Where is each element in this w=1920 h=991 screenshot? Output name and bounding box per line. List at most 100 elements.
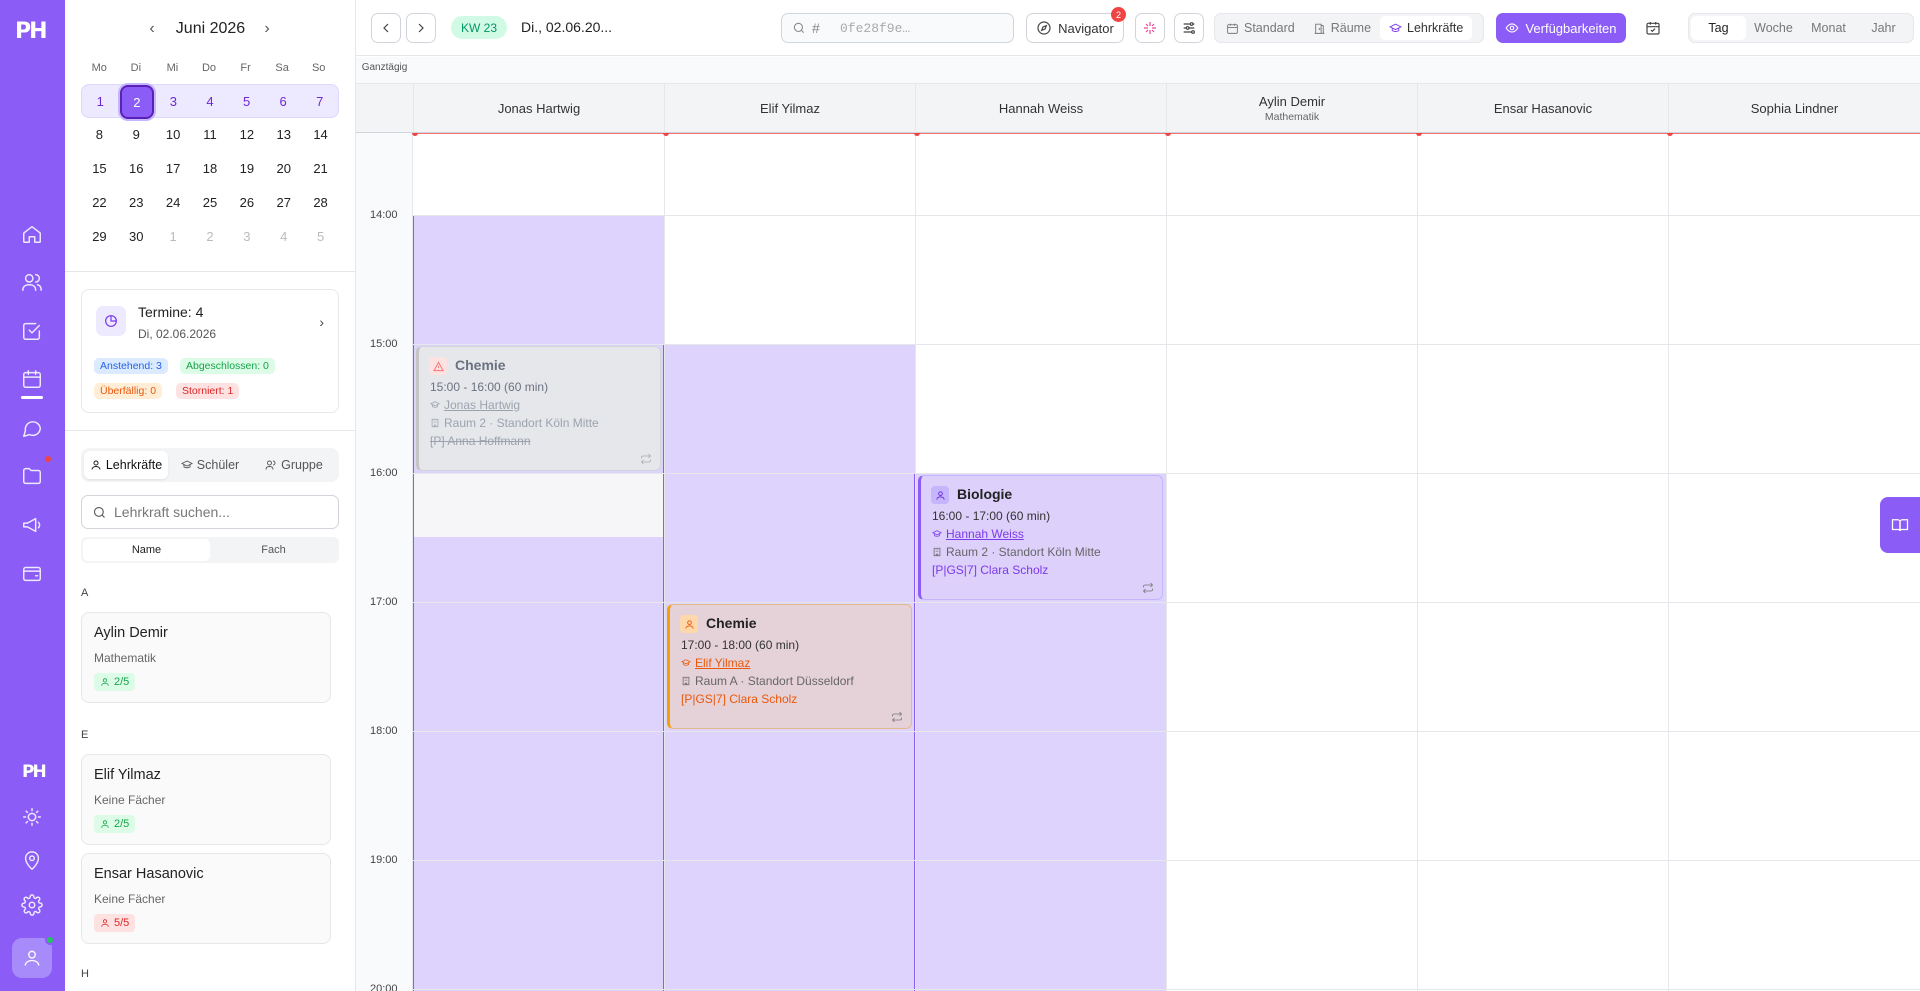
calendar-day-selected[interactable]: 2 — [119, 85, 154, 119]
calendar-day[interactable]: 10 — [155, 118, 192, 152]
weekday-label: Fr — [240, 62, 251, 74]
calendar-day[interactable]: 9 — [118, 118, 155, 152]
calendar-day[interactable]: 15 — [81, 152, 118, 186]
calendar-day[interactable]: 21 — [302, 152, 339, 186]
repeat-icon — [1142, 581, 1154, 594]
wallet-icon[interactable] — [20, 561, 44, 585]
calendar-day-other-month[interactable]: 4 — [265, 220, 302, 254]
calendar-day[interactable]: 22 — [81, 186, 118, 220]
calendar-check-button[interactable] — [1638, 13, 1668, 43]
chevron-right-icon[interactable]: › — [319, 314, 324, 330]
sort-by-subject[interactable]: Fach — [210, 539, 337, 561]
calendar-day[interactable]: 13 — [265, 118, 302, 152]
calendar-day[interactable]: 3 — [155, 85, 192, 119]
column-header[interactable]: Elif Yilmaz — [664, 84, 915, 133]
calendar-day[interactable]: 12 — [228, 118, 265, 152]
column-header[interactable]: Ensar Hasanovic — [1417, 84, 1668, 133]
sun-icon[interactable] — [20, 805, 44, 829]
appointment-search-input[interactable] — [840, 14, 1010, 42]
calendar-day[interactable]: 27 — [265, 186, 302, 220]
hour-label: 17:00 — [370, 596, 398, 608]
tab-label: Lehrkräfte — [1407, 21, 1464, 35]
folder-icon[interactable] — [20, 464, 44, 488]
app-logo[interactable]: PH — [15, 19, 48, 44]
calendar-day[interactable]: 8 — [81, 118, 118, 152]
unavailable-slot — [413, 473, 664, 537]
tab-teachers[interactable]: Lehrkräfte — [84, 451, 168, 479]
appointment-teacher-link[interactable]: Hannah Weiss — [946, 527, 1024, 541]
users-icon[interactable] — [20, 270, 44, 294]
calendar-day[interactable]: 28 — [302, 186, 339, 220]
filter-settings-button[interactable] — [1174, 13, 1204, 43]
appointment-room: Raum 2 · Standort Köln Mitte — [444, 416, 599, 430]
tab-month[interactable]: Monat — [1801, 16, 1856, 40]
calendar-day[interactable]: 18 — [192, 152, 229, 186]
calendar-day[interactable]: 26 — [228, 186, 265, 220]
tab-group[interactable]: Gruppe — [252, 451, 336, 479]
calendar-day[interactable]: 24 — [155, 186, 192, 220]
calendar-day[interactable]: 16 — [118, 152, 155, 186]
current-date-label[interactable]: Di., 02.06.20... — [521, 19, 612, 35]
column-header[interactable]: Hannah Weiss — [915, 84, 1166, 133]
user-avatar-button[interactable] — [12, 935, 55, 978]
chevron-left-icon[interactable]: ‹ — [142, 20, 162, 38]
appointment-card-cancelled[interactable]: Chemie 15:00 - 16:00 (60 min) Jonas Hart… — [416, 346, 661, 471]
next-day-button[interactable] — [406, 13, 436, 43]
tab-rooms[interactable]: Räume — [1304, 16, 1380, 40]
availability-button[interactable]: Verfügbarkeiten — [1496, 13, 1626, 43]
appointments-summary-card[interactable]: Termine: 4 Di, 02.06.2026 › Anstehend: 3… — [81, 289, 339, 413]
calendar-day[interactable]: 7 — [301, 85, 338, 119]
calendar-day[interactable]: 1 — [82, 85, 119, 119]
tab-teachers-view[interactable]: Lehrkräfte — [1380, 16, 1473, 40]
appointment-teacher-link[interactable]: Elif Yilmaz — [695, 656, 750, 670]
appointment-teacher-link[interactable]: Jonas Hartwig — [444, 398, 520, 412]
tab-day[interactable]: Tag — [1691, 16, 1746, 40]
teacher-card[interactable]: Elif Yilmaz Keine Fächer 2/5 — [81, 754, 331, 845]
calendar-day[interactable]: 5 — [228, 85, 265, 119]
settings-icon[interactable] — [20, 893, 44, 917]
calendar-day[interactable]: 4 — [192, 85, 229, 119]
guide-book-button[interactable] — [1880, 497, 1920, 553]
navigator-button[interactable]: Navigator 2 — [1026, 7, 1126, 43]
weekday-label: Mi — [166, 62, 179, 74]
calendar-day[interactable]: 25 — [192, 186, 229, 220]
calendar-day[interactable]: 19 — [228, 152, 265, 186]
calendar-day-other-month[interactable]: 2 — [192, 220, 229, 254]
tab-year[interactable]: Jahr — [1856, 16, 1911, 40]
calendar-day[interactable]: 6 — [265, 85, 302, 119]
tasks-icon[interactable] — [20, 319, 44, 343]
tab-week[interactable]: Woche — [1746, 16, 1801, 40]
appointment-card[interactable]: Chemie 17:00 - 18:00 (60 min) Elif Yilma… — [667, 604, 912, 729]
calendar-day-other-month[interactable]: 1 — [155, 220, 192, 254]
prev-day-button[interactable] — [371, 13, 401, 43]
ai-sparkle-button[interactable] — [1135, 13, 1165, 43]
tab-standard[interactable]: Standard — [1217, 16, 1304, 40]
calendar-day[interactable]: 20 — [265, 152, 302, 186]
calendar-day-other-month[interactable]: 3 — [228, 220, 265, 254]
calendar-day[interactable]: 14 — [302, 118, 339, 152]
tab-label: Standard — [1244, 21, 1295, 35]
schedule-grid[interactable]: 14:00 15:00 16:00 17:00 18:00 19:00 20:0… — [356, 133, 1920, 991]
chat-icon[interactable] — [20, 416, 44, 440]
tab-students[interactable]: Schüler — [168, 451, 252, 479]
appointment-card[interactable]: Biologie 16:00 - 17:00 (60 min) Hannah W… — [918, 475, 1163, 600]
calendar-day[interactable]: 30 — [118, 220, 155, 254]
teacher-search-input[interactable] — [114, 496, 334, 528]
column-header[interactable]: Aylin Demir Mathematik — [1166, 84, 1417, 133]
column-header[interactable]: Jonas Hartwig — [413, 84, 664, 133]
calendar-day-other-month[interactable]: 5 — [302, 220, 339, 254]
home-icon[interactable] — [20, 222, 44, 246]
teacher-card[interactable]: Aylin Demir Mathematik 2/5 — [81, 612, 331, 703]
chevron-right-icon[interactable]: › — [257, 20, 277, 38]
calendar-day[interactable]: 29 — [81, 220, 118, 254]
column-header[interactable]: Sophia Lindner — [1668, 84, 1920, 133]
megaphone-icon[interactable] — [20, 513, 44, 537]
calendar-day[interactable]: 17 — [155, 152, 192, 186]
teacher-card[interactable]: Ensar Hasanovic Keine Fächer 5/5 — [81, 853, 331, 944]
sort-by-name[interactable]: Name — [83, 539, 210, 561]
calendar-day[interactable]: 11 — [192, 118, 229, 152]
calendar-icon[interactable] — [20, 367, 44, 391]
calendar-day[interactable]: 23 — [118, 186, 155, 220]
map-pin-icon[interactable] — [20, 849, 44, 873]
compass-icon — [1037, 21, 1051, 35]
